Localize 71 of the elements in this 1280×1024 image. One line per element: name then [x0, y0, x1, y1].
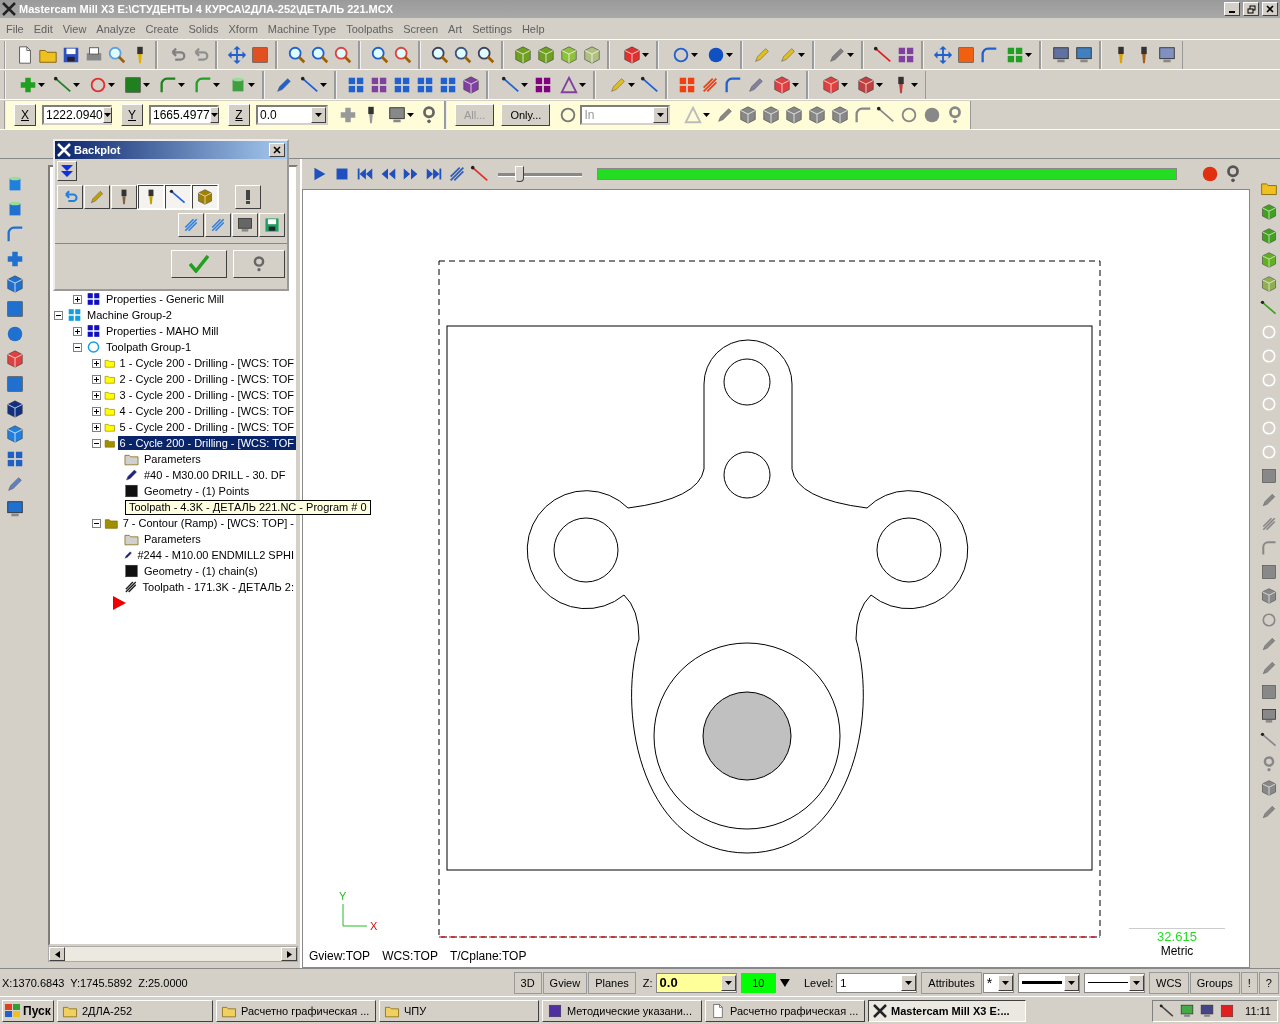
menu-item[interactable]: File: [2, 22, 30, 35]
menu-item[interactable]: Help: [517, 22, 551, 35]
view-label: WCS:TOP: [382, 949, 438, 963]
x-coordinate-field[interactable]: 1222.0940: [42, 104, 112, 125]
menu-item[interactable]: Solids: [184, 22, 225, 35]
tree-item[interactable]: #40 - M30.00 DRILL - 30. DF: [142, 468, 288, 482]
menu-item[interactable]: Screen: [399, 22, 445, 35]
view-button[interactable]: 3D: [513, 971, 542, 994]
taskbar-button[interactable]: Методические указани...: [542, 999, 702, 1022]
menu-item[interactable]: Edit: [29, 22, 59, 35]
clock: 11:11: [1245, 1004, 1271, 1017]
attributes-button[interactable]: Attributes: [921, 971, 982, 994]
menu-item[interactable]: View: [58, 22, 93, 35]
tree-item[interactable]: #244 - M10.00 ENDMILL2 SPHI: [135, 548, 296, 562]
tree-item[interactable]: 7 - Contour (Ramp) - [WCS: TOP] -: [120, 516, 296, 530]
taskbar-button[interactable]: Mastercam Mill X3 E:...: [868, 999, 1026, 1022]
y-coordinate-button[interactable]: Y: [121, 103, 143, 126]
status-button[interactable]: !: [1240, 971, 1258, 994]
z-depth-field[interactable]: 0.0: [655, 972, 737, 993]
taskbar-button[interactable]: ЧПУ: [379, 999, 539, 1022]
taskbar-button[interactable]: Расчетно графическая ...: [216, 999, 376, 1022]
cursor-coordinates: X:1370.6843 Y:1745.5892 Z:25.0000: [2, 976, 189, 989]
view-label: Gview:TOP: [309, 949, 371, 963]
tree-item[interactable]: 3 - Cycle 200 - Drilling - [WCS: TOF: [117, 388, 296, 402]
taskbar-button[interactable]: Расчетно графическая ...: [705, 999, 865, 1022]
tree-item[interactable]: Properties - MAHO Mill: [104, 324, 221, 338]
tree-item[interactable]: 1 - Cycle 200 - Drilling - [WCS: TOF: [117, 356, 296, 370]
tree-item[interactable]: Parameters: [142, 532, 203, 546]
dialog-title: Backplot: [74, 144, 122, 156]
view-label: T/Cplane:TOP: [449, 949, 527, 963]
menu-item[interactable]: Create: [141, 22, 185, 35]
menu-item[interactable]: Machine Type: [263, 22, 343, 35]
tree-item[interactable]: Toolpath - 171.3K - ДЕТАЛЬ 2:: [140, 580, 296, 594]
tree-item[interactable]: 6 - Cycle 200 - Drilling - [WCS: TOF: [117, 436, 296, 450]
tooltip: Toolpath - 4.3K - ДЕТАЛЬ 221.NC - Program # 0: [125, 499, 371, 515]
z-depth-label: Z:: [641, 976, 654, 989]
tree-item[interactable]: Geometry - (1) Points: [142, 484, 252, 498]
view-button[interactable]: Gview: [542, 971, 588, 994]
groups-button[interactable]: Groups: [1189, 971, 1240, 994]
level-label: Level:: [802, 976, 835, 989]
tree-item[interactable]: 5 - Cycle 200 - Drilling - [WCS: TOF: [117, 420, 296, 434]
tree-item[interactable]: 2 - Cycle 200 - Drilling - [WCS: TOF: [117, 372, 296, 386]
y-coordinate-field[interactable]: 1665.4977: [149, 104, 219, 125]
start-button[interactable]: Пуск: [2, 999, 54, 1022]
menu-item[interactable]: Toolpaths: [342, 22, 400, 35]
scale-units: Metric: [1160, 944, 1194, 958]
select-only-button[interactable]: Only...: [501, 103, 551, 126]
tree-item[interactable]: Toolpath Group-1: [104, 340, 193, 354]
menu-item[interactable]: Art: [444, 22, 469, 35]
point-style-dropdown[interactable]: *: [982, 972, 1015, 993]
tree-item[interactable]: Geometry - (1) chain(s): [142, 564, 260, 578]
wcs-button[interactable]: WCS: [1149, 971, 1189, 994]
tree-item[interactable]: Parameters: [142, 452, 203, 466]
color-swatch[interactable]: 10: [740, 972, 777, 993]
y-axis-label: Y: [339, 890, 347, 902]
menu-item[interactable]: Settings: [468, 22, 518, 35]
window-title: Mastercam Mill X3 E:\СТУДЕНТЫ 4 КУРСА\2ДЛА-252\ДЕТАЛЬ 221.MCX: [19, 3, 395, 15]
menu-item[interactable]: Xform: [224, 22, 264, 35]
z-coordinate-field[interactable]: 0.0: [256, 104, 328, 125]
x-axis-label: X: [370, 920, 378, 932]
level-field[interactable]: 1: [836, 972, 918, 993]
scale-value: 32.615: [1157, 929, 1197, 944]
view-button[interactable]: Planes: [588, 971, 636, 994]
z-coordinate-button[interactable]: Z: [228, 103, 250, 126]
x-coordinate-button[interactable]: X: [14, 103, 36, 126]
tree-item[interactable]: Properties - Generic Mill: [104, 292, 226, 306]
tree-item[interactable]: Machine Group-2: [85, 308, 174, 322]
tree-item[interactable]: 4 - Cycle 200 - Drilling - [WCS: TOF: [117, 404, 296, 418]
menu-item[interactable]: Analyze: [92, 22, 142, 35]
status-button[interactable]: ?: [1258, 971, 1279, 994]
taskbar-button[interactable]: 2ДЛА-252: [57, 999, 213, 1022]
